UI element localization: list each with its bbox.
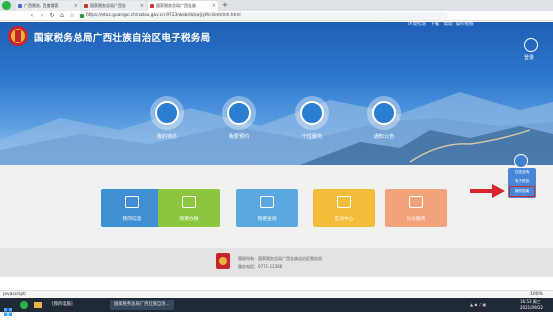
login-link[interactable]: 登录 [524, 54, 534, 61]
zoom-level[interactable]: 100% [530, 291, 543, 298]
start-icon[interactable] [4, 301, 12, 316]
grid-icon [300, 101, 324, 125]
tray-icons: ▲ ◆ ♪ ▣ [470, 302, 487, 307]
assistant-avatar-icon[interactable] [514, 154, 528, 168]
card-label: 我要查询 [257, 217, 277, 222]
site-banner: 环境检测 下载 帮助 操作视频 国家税务总局广西壮族自治区电子税务局 登录 我的… [0, 22, 553, 165]
new-tab-button[interactable]: + [222, 0, 228, 10]
help-link[interactable]: 帮助 [444, 22, 453, 27]
lock-icon [80, 14, 84, 18]
video-link[interactable]: 操作视频 [455, 22, 473, 27]
calendar-icon [227, 101, 251, 125]
quick-appointment-button[interactable] [222, 96, 256, 130]
taskbar-browser-icon[interactable] [20, 301, 28, 309]
quick-personal-button[interactable] [295, 96, 329, 130]
browser-tab[interactable]: 国家税务总局广西壮 × [82, 1, 146, 11]
back-icon[interactable]: ‹ [28, 11, 36, 21]
tax-favicon-icon [84, 4, 88, 8]
close-tab-icon[interactable]: × [140, 1, 144, 11]
url-input[interactable]: https://etax.guangxi.chinatax.gov.cn:972… [78, 12, 448, 20]
clock-date[interactable]: 2021/09/22 [520, 305, 543, 310]
float-menu: 在线咨询 电子税务 操作指南 [508, 168, 536, 198]
taskbar-item-browser[interactable]: 国家税务总局广西壮族自治... [110, 300, 174, 310]
chat-icon [337, 196, 351, 208]
service-icon [409, 196, 423, 208]
bell-icon [372, 101, 396, 125]
card-public-service[interactable]: 公众服务 [385, 189, 447, 227]
star-icon[interactable]: ☆ [68, 11, 76, 21]
top-links: 环境检测 下载 帮助 操作视频 [408, 22, 473, 28]
card-label: 我的信息 [122, 217, 142, 222]
card-my-info[interactable]: 我的信息 [101, 189, 163, 227]
footer-copyright: 版权所有：国家税务总局广西壮族自治区税务局 [238, 256, 322, 261]
tab-label: 国家税务总局广西壮族 [156, 3, 196, 8]
url-text: https://etax.guangxi.chinatax.gov.cn:972… [86, 13, 241, 18]
document-icon [155, 101, 179, 125]
card-label: 公众服务 [406, 217, 426, 222]
browser-tab-active[interactable]: 国家税务总局广西壮族 × [148, 1, 218, 11]
browser-tab-bar: 广西税务, 百度搜索 × 国家税务总局广西壮 × 国家税务总局广西壮族 × + [0, 0, 553, 11]
quick-personal-label[interactable]: 个性服务 [282, 133, 342, 140]
windows-taskbar: [我的电脑] 国家税务总局广西壮族自治... ▲ ◆ ♪ ▣ 16:53 周三 … [0, 298, 553, 316]
baidu-favicon-icon [18, 4, 22, 8]
card-interaction[interactable]: 互动中心 [313, 189, 375, 227]
tax-favicon-icon [150, 4, 154, 8]
quick-todo-button[interactable] [150, 96, 184, 130]
forward-icon[interactable]: › [38, 11, 46, 21]
address-bar-row: ‹ › ↻ ⌂ ☆ https://etax.guangxi.chinatax.… [0, 11, 553, 21]
browser-tab[interactable]: 广西税务, 百度搜索 × [16, 1, 80, 11]
taskbar-item-my-computer[interactable]: [我的电脑] [52, 300, 73, 310]
card-label: 互动中心 [334, 217, 354, 222]
reload-icon[interactable]: ↻ [48, 11, 56, 21]
quick-notice-button[interactable] [367, 96, 401, 130]
float-menu-item-etax[interactable]: 电子税务 [508, 177, 536, 186]
site-footer [0, 248, 553, 277]
search-icon [260, 196, 274, 208]
quick-appointment-label[interactable]: 我要预约 [209, 133, 269, 140]
download-link[interactable]: 下载 [430, 22, 439, 27]
check-env-link[interactable]: 环境检测 [408, 22, 426, 27]
close-tab-icon[interactable]: × [74, 1, 78, 11]
card-query[interactable]: 我要查询 [236, 189, 298, 227]
user-icon[interactable] [524, 38, 538, 52]
browser-logo-icon [2, 1, 11, 10]
card-tax-handle[interactable]: 我要办税 [158, 189, 220, 227]
person-icon [125, 196, 139, 208]
red-arrow-icon [470, 184, 505, 198]
status-text: javascript: [3, 292, 27, 297]
taskbar-folder-icon[interactable] [34, 302, 42, 308]
footer-phone: 服务电话：0771-12366 [238, 264, 283, 269]
card-label: 我要办税 [179, 217, 199, 222]
home-icon[interactable]: ⌂ [58, 11, 66, 21]
float-menu-item-consult[interactable]: 在线咨询 [508, 168, 536, 177]
close-tab-icon[interactable]: × [212, 1, 216, 11]
browser-status-bar: javascript: 100% [0, 290, 553, 298]
tab-label: 广西税务, 百度搜索 [24, 3, 59, 8]
float-menu-item-guide[interactable]: 操作指南 [509, 186, 535, 197]
monitor-icon [182, 196, 196, 208]
quick-notice-label[interactable]: 通知公告 [354, 133, 414, 140]
site-title: 国家税务总局广西壮族自治区电子税务局 [34, 33, 211, 44]
footer-emblem-icon [216, 253, 230, 269]
tax-emblem-icon [8, 26, 28, 46]
tab-label: 国家税务总局广西壮 [90, 3, 126, 8]
quick-todo-label[interactable]: 我的待办 [137, 133, 197, 140]
